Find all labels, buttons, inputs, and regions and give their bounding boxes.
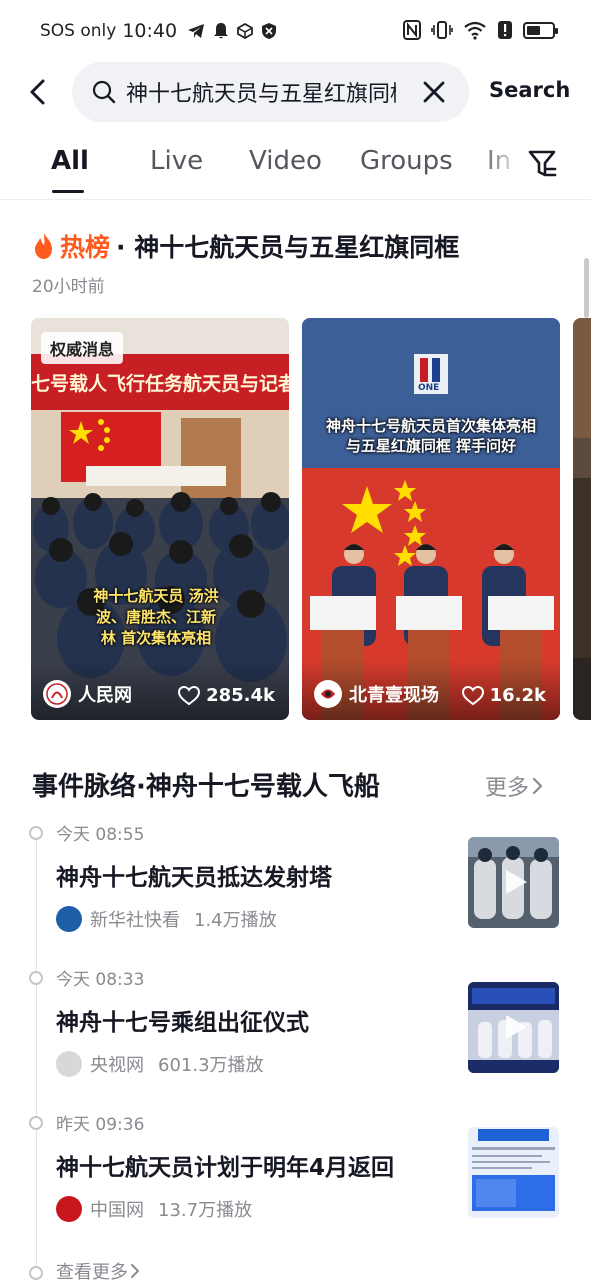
thumbnail-image (468, 1127, 559, 1218)
author-avatar (43, 680, 71, 708)
chevron-right-icon (131, 1264, 139, 1278)
tab-video[interactable]: Video (249, 146, 322, 176)
battery-icon (523, 21, 558, 39)
card-likes[interactable]: 285.4k (178, 685, 275, 706)
timeline-item-title[interactable]: 神舟十七号乘组出征仪式 (56, 1003, 309, 1037)
source-name: 中国网 (90, 1200, 144, 1221)
source-name: 新华社快看 (90, 910, 180, 931)
hot-topic-time: 20小时前 (32, 277, 105, 297)
hot-list-header[interactable]: 热榜 · 神十七航天员与五星红旗同框 (32, 228, 459, 264)
status-bar: SOS only 10:40 (0, 0, 591, 62)
timeline-source: 央视网 601.3万播放 (56, 1051, 264, 1077)
tabs-fade (481, 140, 521, 195)
timeline-dot (29, 826, 43, 840)
view-more-button[interactable]: 查看更多 (56, 1258, 142, 1280)
wifi-icon (464, 21, 486, 40)
search-icon (92, 80, 116, 104)
timeline-title: 事件脉络·神舟十七号载人飞船 (32, 772, 380, 802)
tab-groups[interactable]: Groups (360, 146, 453, 176)
one-logo-text: ONE (418, 383, 439, 393)
timeline-dot (29, 1116, 43, 1130)
card-author[interactable]: 北青壹现场 (314, 680, 439, 708)
tab-live[interactable]: Live (150, 146, 203, 176)
play-count: 1.4万播放 (194, 910, 277, 931)
more-label: 更多 (485, 776, 530, 801)
nfc-icon (403, 20, 421, 40)
source-logo-icon (56, 1051, 82, 1077)
timeline-source: 中国网 13.7万播放 (56, 1196, 252, 1222)
fire-icon (35, 233, 52, 259)
hot-topic-title[interactable]: · 神十七航天员与五星红旗同框 (116, 228, 459, 264)
timeline-video-thumbnail[interactable] (468, 837, 559, 928)
search-header: 神十七航天员与五星红旗同框 Search (0, 62, 591, 122)
heart-icon (461, 685, 484, 705)
timeline-item-title[interactable]: 神舟十七航天员抵达发射塔 (56, 858, 332, 892)
card-banner-text: 七号载人飞行任务航天员与记者见面会 (31, 372, 289, 395)
card-author[interactable]: 人民网 (43, 680, 132, 708)
timeline-dot (29, 1266, 43, 1280)
carrier-text: SOS only (40, 21, 117, 41)
view-more-label: 查看更多 (56, 1262, 128, 1280)
timeline-source: 新华社快看 1.4万播放 (56, 906, 277, 932)
like-count: 16.2k (489, 685, 546, 706)
bq-logo-icon (317, 683, 339, 705)
heart-icon (178, 685, 201, 705)
search-button[interactable]: Search (489, 78, 570, 102)
play-count: 13.7万播放 (158, 1200, 253, 1221)
back-button[interactable] (22, 76, 54, 108)
search-tabs: All Live Video Groups In (0, 140, 591, 200)
active-tab-indicator (52, 190, 84, 193)
source-logo-icon (56, 1196, 82, 1222)
video-card-carousel[interactable]: 七号载人飞行任务航天员与记者见面会 权威消息 神十七航天员 汤洪波、唐胜杰、江新… (31, 318, 591, 720)
telegram-icon (188, 24, 205, 38)
play-icon (506, 1015, 527, 1039)
video-card[interactable]: 七号载人飞行任务航天员与记者见面会 权威消息 神十七航天员 汤洪波、唐胜杰、江新… (31, 318, 289, 720)
video-card-peek[interactable] (573, 318, 591, 720)
scrollbar[interactable] (584, 258, 589, 318)
hot-list-tag: 热榜 (60, 233, 111, 262)
clear-search-button[interactable] (421, 79, 447, 105)
timeline-item-title[interactable]: 神十七航天员计划于明年4月返回 (56, 1148, 394, 1182)
timeline-more-button[interactable]: 更多 (485, 770, 545, 802)
chevron-right-icon (532, 777, 543, 795)
card-likes[interactable]: 16.2k (461, 685, 546, 706)
video-thumbnail (573, 318, 591, 720)
timeline-time: 昨天 09:36 (56, 1115, 145, 1135)
tab-all[interactable]: All (51, 146, 89, 176)
shield-icon (262, 23, 277, 39)
like-count: 285.4k (206, 685, 275, 706)
source-logo-icon (56, 906, 82, 932)
timeline-time: 今天 08:33 (56, 970, 145, 990)
timeline-video-thumbnail[interactable] (468, 982, 559, 1073)
bell-icon (214, 23, 229, 39)
timeline-article-thumbnail[interactable] (468, 1127, 559, 1218)
play-count: 601.3万播放 (158, 1055, 264, 1076)
play-icon (506, 870, 527, 894)
search-input[interactable]: 神十七航天员与五星红旗同框 (72, 62, 469, 122)
author-name: 北青壹现场 (349, 685, 439, 706)
authority-badge: 权威消息 (41, 332, 124, 364)
filter-button[interactable] (527, 148, 557, 180)
clock: 10:40 (122, 20, 178, 42)
card-caption: 神十七航天员 汤洪波、唐胜杰、江新林 首次集体亮相 (93, 587, 219, 647)
card-overlay-text: 神舟十七号航天员首次集体亮相 与五星红旗同框 挥手问好 (325, 417, 536, 455)
timeline-dot (29, 971, 43, 985)
box-icon (237, 23, 253, 39)
source-name: 央视网 (90, 1055, 144, 1076)
author-avatar (314, 680, 342, 708)
video-card[interactable]: ONE 神舟十七号航天员首次集体亮相 与五星红旗同框 挥手问好 北青壹现场 16… (302, 318, 560, 720)
alert-icon (498, 21, 512, 39)
search-query-text[interactable]: 神十七航天员与五星红旗同框 (126, 76, 396, 108)
timeline-line (36, 840, 37, 1270)
vibrate-icon (431, 21, 453, 39)
timeline-time: 今天 08:55 (56, 825, 145, 845)
people-daily-logo-icon (46, 683, 68, 705)
author-name: 人民网 (78, 685, 132, 706)
